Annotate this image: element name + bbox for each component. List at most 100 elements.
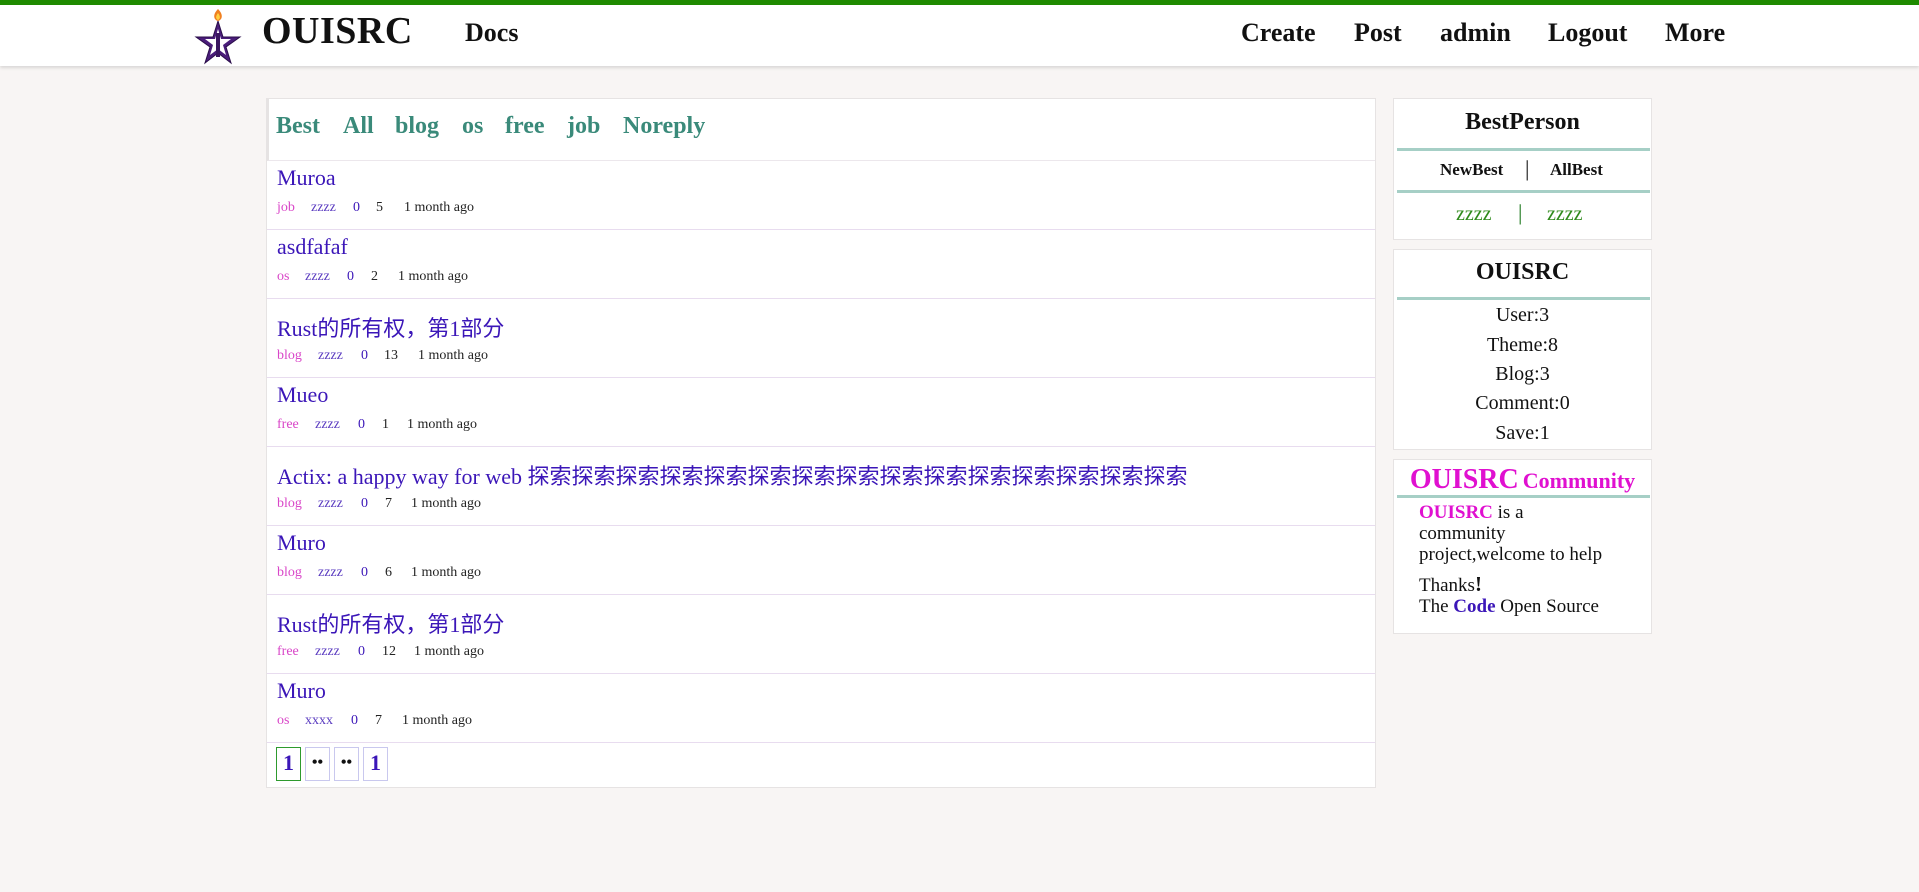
post-author[interactable]: xxxx: [305, 713, 333, 729]
tab-job[interactable]: job: [567, 113, 600, 140]
post-category[interactable]: blog: [277, 496, 302, 512]
post-comment-count: 0: [361, 496, 368, 511]
post-author[interactable]: zzzz: [315, 644, 340, 660]
nav-docs[interactable]: Docs: [465, 18, 518, 48]
post-category[interactable]: os: [277, 269, 289, 285]
category-tabs: Best All blog os free job Noreply: [267, 99, 1375, 161]
post-comment-count: 0: [361, 348, 368, 363]
stat-comments: Comment:0: [1475, 392, 1570, 414]
post-view-count: 7: [375, 713, 382, 728]
post-time: 1 month ago: [418, 348, 488, 363]
community-description: OUISRC is a community project,welcome to…: [1419, 502, 1644, 617]
post-title[interactable]: Rust的所有权，第1部分: [277, 311, 504, 343]
post-time: 1 month ago: [411, 496, 481, 511]
post-row: Actix: a happy way for web 探索探索探索探索探索探索探…: [267, 447, 1375, 526]
post-comment-count: 0: [358, 417, 365, 432]
post-row: Muroa job zzzz 0 5 1 month ago: [267, 161, 1375, 230]
stat-users: User:3: [1495, 304, 1550, 326]
post-view-count: 7: [385, 496, 392, 511]
post-view-count: 2: [371, 269, 378, 284]
community-title: OUISRC Community: [1394, 464, 1651, 496]
community-text: Open Source: [1495, 596, 1599, 617]
post-view-count: 6: [385, 565, 392, 580]
all-best-link[interactable]: AllBest: [1550, 160, 1603, 180]
post-title[interactable]: Rust的所有权，第1部分: [277, 607, 504, 639]
post-title[interactable]: Actix: a happy way for web 探索探索探索探索探索探索探…: [277, 459, 1187, 491]
post-title[interactable]: Mueo: [277, 382, 328, 408]
post-comment-count: 0: [347, 269, 354, 284]
post-category[interactable]: job: [277, 200, 295, 216]
tab-all[interactable]: All: [343, 113, 374, 140]
best-user-link[interactable]: zzzz: [1547, 203, 1583, 226]
site-logo-icon[interactable]: [190, 7, 246, 65]
post-row: Rust的所有权，第1部分 blog zzzz 0 13 1 month ago: [267, 299, 1375, 378]
page-button-last[interactable]: 1: [363, 747, 388, 781]
page-ellipsis-button[interactable]: ••: [305, 747, 330, 781]
post-comment-count: 0: [361, 565, 368, 580]
community-title-text: Community: [1522, 468, 1636, 493]
post-category[interactable]: blog: [277, 565, 302, 581]
post-row: asdfafaf os zzzz 0 2 1 month ago: [267, 230, 1375, 299]
post-author[interactable]: zzzz: [315, 417, 340, 433]
community-title-brand: OUISRC: [1409, 464, 1519, 495]
tab-best[interactable]: Best: [276, 113, 320, 140]
new-best-link[interactable]: NewBest: [1440, 160, 1503, 180]
page-ellipsis-button[interactable]: ••: [334, 747, 359, 781]
post-category[interactable]: blog: [277, 348, 302, 364]
post-view-count: 12: [382, 644, 396, 659]
post-time: 1 month ago: [404, 200, 474, 215]
community-text: is a: [1492, 502, 1524, 523]
post-row: Mueo free zzzz 0 1 1 month ago: [267, 378, 1375, 447]
divider: [1397, 495, 1650, 498]
community-thanks-mark: !: [1474, 572, 1482, 596]
post-author[interactable]: zzzz: [305, 269, 330, 285]
post-list-panel: Best All blog os free job Noreply Muroa …: [266, 98, 1376, 788]
community-card: OUISRC Community OUISRC is a community p…: [1393, 459, 1652, 634]
nav-post[interactable]: Post: [1354, 18, 1402, 48]
nav-admin[interactable]: admin: [1440, 18, 1511, 48]
separator: |: [1525, 156, 1530, 181]
page-button-current[interactable]: 1: [276, 747, 301, 781]
tab-os[interactable]: os: [462, 113, 483, 140]
community-brand: OUISRC: [1419, 502, 1493, 523]
post-time: 1 month ago: [402, 713, 472, 728]
post-comment-count: 0: [358, 644, 365, 659]
post-view-count: 1: [382, 417, 389, 432]
divider: [1397, 190, 1650, 193]
post-row: Muro blog zzzz 0 6 1 month ago: [267, 526, 1375, 595]
best-user-link[interactable]: zzzz: [1456, 203, 1492, 226]
post-title[interactable]: Muroa: [277, 165, 336, 191]
stat-saves: Save:1: [1495, 422, 1550, 444]
community-text: community: [1419, 523, 1506, 544]
post-author[interactable]: zzzz: [311, 200, 336, 216]
post-author[interactable]: zzzz: [318, 348, 343, 364]
site-brand[interactable]: OUISRC: [262, 9, 413, 53]
post-time: 1 month ago: [414, 644, 484, 659]
post-category[interactable]: os: [277, 713, 289, 729]
tab-blog[interactable]: blog: [395, 113, 439, 140]
post-view-count: 5: [376, 200, 383, 215]
code-link[interactable]: Code: [1453, 596, 1495, 617]
post-title[interactable]: Muro: [277, 678, 326, 704]
post-view-count: 13: [384, 348, 398, 363]
separator: |: [1518, 200, 1523, 225]
nav-more[interactable]: More: [1665, 18, 1725, 48]
tab-free[interactable]: free: [505, 113, 545, 140]
post-category[interactable]: free: [277, 417, 299, 433]
post-row: Rust的所有权，第1部分 free zzzz 0 12 1 month ago: [267, 595, 1375, 674]
community-text: project,welcome to help: [1419, 544, 1603, 565]
post-title[interactable]: asdfafaf: [277, 234, 348, 260]
post-time: 1 month ago: [398, 269, 468, 284]
community-text: The: [1419, 596, 1454, 617]
stat-themes: Theme:8: [1486, 334, 1559, 356]
top-navbar: OUISRC Docs Create Post admin Logout Mor…: [0, 0, 1919, 66]
nav-logout[interactable]: Logout: [1548, 18, 1627, 48]
best-person-title: BestPerson: [1465, 109, 1580, 135]
tab-noreply[interactable]: Noreply: [623, 113, 705, 140]
post-category[interactable]: free: [277, 644, 299, 660]
post-author[interactable]: zzzz: [318, 496, 343, 512]
post-author[interactable]: zzzz: [318, 565, 343, 581]
nav-create[interactable]: Create: [1241, 18, 1316, 48]
post-comment-count: 0: [353, 200, 360, 215]
post-title[interactable]: Muro: [277, 530, 326, 556]
